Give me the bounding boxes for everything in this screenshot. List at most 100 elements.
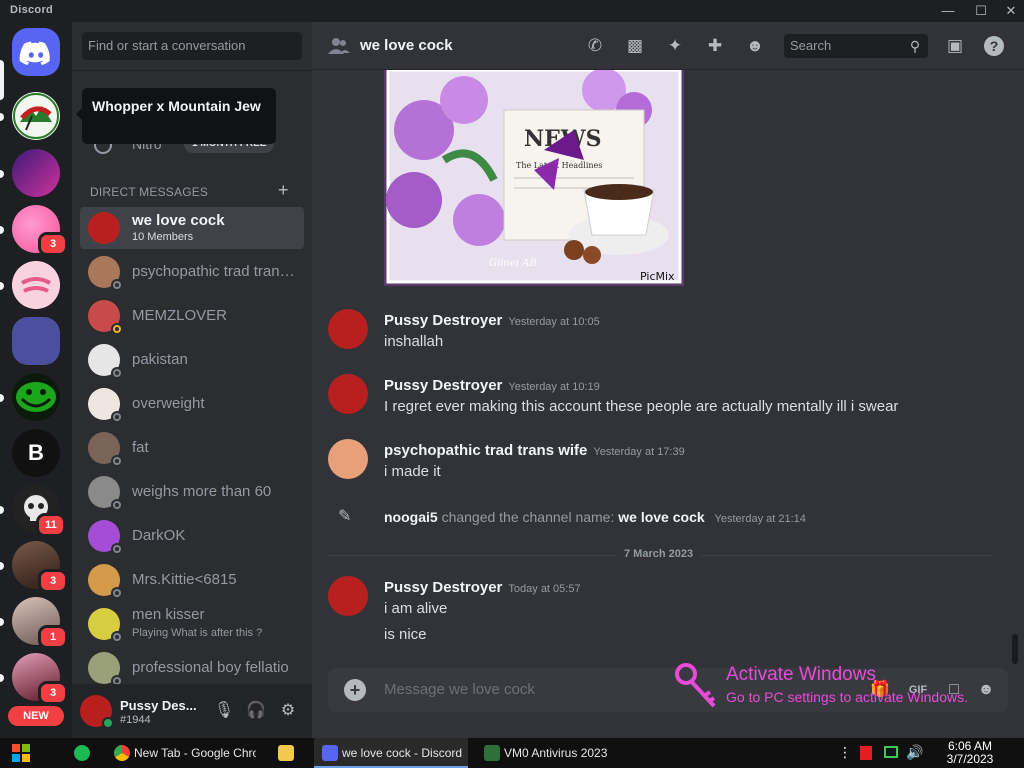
author-avatar[interactable] [328,309,368,349]
taskbar-explorer[interactable] [270,738,306,768]
dm-item[interactable]: professional boy fellatio [80,647,304,689]
author-avatar[interactable] [328,576,368,616]
system-timestamp: Yesterday at 21:14 [714,513,806,525]
dm-item-name: overweight [132,395,205,412]
taskbar-pinned-app[interactable] [66,738,102,768]
unread-indicator [0,226,4,234]
taskbar-antivirus[interactable]: VM0 Antivirus 2023 [476,738,626,768]
volume-icon[interactable]: 🔊 [906,744,923,761]
dm-item[interactable]: Mrs.Kittie<6815 [80,559,304,601]
window-titlebar: Discord — ☐ ✕ [0,0,1024,22]
maximize-button[interactable]: ☐ [968,2,994,20]
minimize-button[interactable]: — [935,2,961,20]
start-button[interactable] [0,738,52,768]
unread-indicator [0,562,4,570]
dm-item-we-love-cock[interactable]: we love cock 10 Members [80,207,304,249]
close-button[interactable]: ✕ [998,2,1024,20]
voice-call-icon[interactable]: ✆ [584,36,606,56]
server-group[interactable] [12,317,60,365]
conversation-search-input[interactable]: Find or start a conversation [82,32,302,60]
taskbar-discord[interactable]: we love cock - Discord [314,738,468,768]
dm-item-activity: Playing What is after this ? [132,627,263,639]
message-header: Pussy Destroyer Yesterday at 10:19 [384,377,600,394]
dm-item-name: professional boy fellatio [132,659,289,676]
new-servers-badge[interactable]: NEW [8,706,64,726]
inbox-icon[interactable]: ▣ [944,36,966,56]
system-actor[interactable]: noogai5 [384,509,438,525]
windows-logo-icon [12,744,30,762]
server-kitten-paradise[interactable] [12,149,60,197]
mention-badge: 11 [36,513,66,537]
taskbar-chrome[interactable]: New Tab - Google Chrome [106,738,256,768]
idle-status-icon [111,323,123,335]
image-attachment[interactable]: NEWS The Latest Headlines Gilnei AB PicM… [384,70,684,286]
dm-item[interactable]: psychopathic trad trans wife [80,251,304,293]
dm-item[interactable]: fat [80,427,304,469]
message-author[interactable]: psychopathic trad trans wife [384,442,587,459]
bitcoin-icon: B [28,440,44,465]
user-panel: Pussy Des... #1944 🎙 🎧 ⚙ [72,684,312,738]
help-icon[interactable]: ? [984,36,1004,56]
dm-item[interactable]: MEMZLOVER [80,295,304,337]
add-friends-icon[interactable]: ✚ [704,36,726,56]
offline-status-icon [111,543,123,555]
dm-item[interactable]: overweight [80,383,304,425]
cutie-club-logo-icon [12,261,60,309]
group-avatar [88,212,120,244]
dm-item[interactable]: pakistan [80,339,304,381]
image-content: NEWS The Latest Headlines Gilnei AB PicM… [384,70,684,286]
author-avatar[interactable] [328,374,368,414]
message-text: i made it [384,463,441,480]
server-bitcoin[interactable]: B [12,429,60,477]
activation-watermark: Activate Windows Go to PC settings to ac… [674,662,1004,712]
video-call-icon[interactable]: ▩ [624,36,646,56]
dm-item-name: MEMZLOVER [132,307,228,324]
message-input[interactable]: Message we love cock [384,681,535,698]
flag-icon[interactable] [860,746,872,760]
message-author[interactable]: Pussy Destroyer [384,312,502,329]
mention-badge: 3 [38,232,68,256]
channel-name: we love cock [360,37,453,54]
attach-plus-icon[interactable]: + [344,679,366,701]
message-timestamp: Yesterday at 17:39 [593,446,685,458]
offline-status-icon [111,455,123,467]
overflow-icon[interactable]: ⋮ [838,744,852,761]
message-text: i am alive [384,600,448,617]
author-avatar[interactable] [328,439,368,479]
dm-item[interactable]: men kisser Playing What is after this ? [80,603,304,645]
search-icon: ⚲ [909,38,921,54]
image-watermark-text: PicMix [640,270,675,283]
unread-indicator [0,282,4,290]
folder-icon [278,745,294,761]
message-header: Pussy Destroyer Yesterday at 10:05 [384,312,600,329]
system-clock[interactable]: 6:06 AM 3/7/2023 [938,740,1002,766]
home-button[interactable] [12,28,60,76]
microphone-icon[interactable]: 🎙 [212,699,236,723]
dm-section-header: DIRECT MESSAGES [90,185,209,199]
server-cutie-club[interactable] [12,261,60,309]
server-mountain-jew[interactable] [12,92,60,140]
online-status-icon [102,717,114,729]
dm-item[interactable]: DarkOK [80,515,304,557]
network-icon[interactable] [884,746,898,758]
chat-scrollbar[interactable] [1012,634,1018,664]
image-headline-text: The Latest Headlines [516,161,602,170]
dm-item-name: fat [132,439,149,456]
create-dm-button[interactable]: + [278,180,289,201]
server-trollface[interactable] [12,373,60,421]
message-timestamp: Yesterday at 10:05 [508,316,600,328]
headphones-icon[interactable]: 🎧 [244,699,268,723]
member-list-icon[interactable]: ☻ [744,36,766,56]
pinned-messages-icon[interactable]: ✦ [664,36,686,56]
dm-item-name: Mrs.Kittie<6815 [132,571,237,588]
discord-logo-icon [19,41,50,65]
user-tag: #1944 [120,714,151,726]
message-author[interactable]: Pussy Destroyer [384,377,502,394]
chat-area: we love cock ✆ ▩ ✦ ✚ ☻ Search ⚲ ▣ ? NEWS… [312,22,1024,738]
dm-item[interactable]: weighs more than 60 [80,471,304,513]
settings-gear-icon[interactable]: ⚙ [276,699,300,723]
message-author[interactable]: Pussy Destroyer [384,579,502,596]
taskbar-app-label: New Tab - Google Chrome [134,746,256,760]
offline-status-icon [111,411,123,423]
offline-status-icon [111,499,123,511]
